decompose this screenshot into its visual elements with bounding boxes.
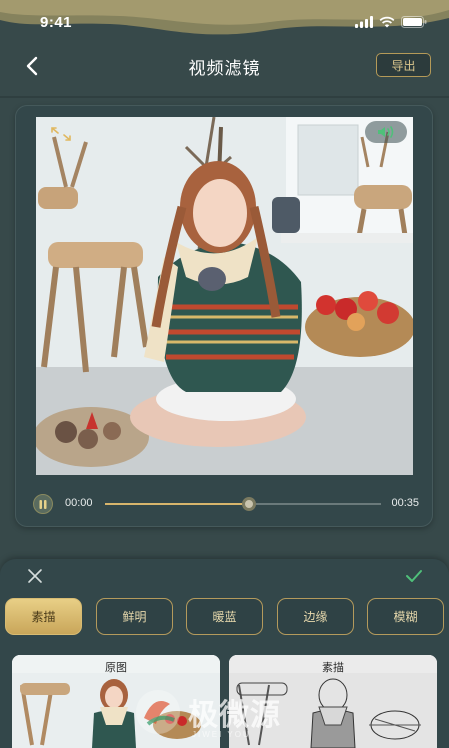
filter-list: 素描 鲜明 暖蓝 边缘 模糊: [0, 598, 449, 636]
current-time: 00:00: [65, 497, 93, 509]
progress-track[interactable]: [105, 497, 381, 511]
filter-chip-edge[interactable]: 边缘: [277, 598, 354, 635]
sound-toggle-button[interactable]: [365, 121, 407, 143]
original-thumbnail[interactable]: 原图: [12, 655, 220, 748]
playback-controls: 00:00 00:35: [29, 493, 421, 515]
video-preview-card: 00:00 00:35: [15, 105, 433, 527]
filtered-thumbnail[interactable]: 素描: [229, 655, 437, 748]
status-bar: 9:41: [0, 0, 449, 44]
filter-chip-sketch[interactable]: 素描: [5, 598, 82, 635]
close-button[interactable]: [24, 565, 46, 587]
status-icons: [355, 16, 427, 28]
progress-fill: [105, 503, 249, 505]
check-icon: [406, 570, 422, 582]
filtered-label: 素描: [322, 662, 344, 674]
speaker-icon: [378, 126, 394, 138]
battery-icon: [401, 16, 427, 28]
compare-thumbnails: 原图 素描: [0, 655, 449, 748]
header-divider: [0, 96, 449, 98]
original-label: 原图: [105, 662, 127, 674]
status-time: 9:41: [40, 13, 73, 31]
video-scene-image: [36, 117, 413, 475]
expand-icon[interactable]: [48, 123, 74, 145]
filter-chip-warm-blue[interactable]: 暖蓝: [186, 598, 263, 635]
video-frame[interactable]: [36, 117, 413, 475]
confirm-button[interactable]: [403, 565, 425, 587]
signal-icon: [355, 16, 373, 28]
filter-sheet: 素描 鲜明 暖蓝 边缘 模糊 原图 素描: [0, 559, 449, 748]
close-icon: [28, 569, 42, 583]
progress-knob[interactable]: [241, 497, 256, 511]
wifi-icon: [379, 16, 395, 28]
pause-icon: [39, 499, 47, 509]
nav-bar: 视频滤镜 导出: [0, 44, 449, 88]
export-button[interactable]: 导出: [376, 53, 431, 77]
filter-chip-blur[interactable]: 模糊: [367, 598, 444, 635]
total-time: 00:35: [391, 497, 419, 509]
pause-button[interactable]: [33, 494, 53, 514]
filter-chip-vivid[interactable]: 鲜明: [96, 598, 173, 635]
